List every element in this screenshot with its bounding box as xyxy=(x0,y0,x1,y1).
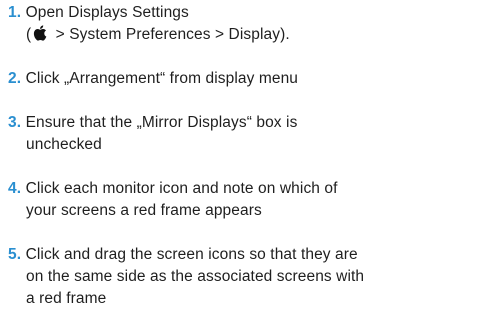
step-number: 1. xyxy=(8,4,22,21)
step-text: Click each monitor icon and note on whic… xyxy=(25,180,338,197)
step-number: 2. xyxy=(8,70,22,87)
step-text-continued: unchecked xyxy=(26,136,102,153)
step-5: 5. Click and drag the screen icons so th… xyxy=(8,244,484,310)
path-text: > System Preferences > Display). xyxy=(51,26,290,43)
step-text-continued: on the same side as the associated scree… xyxy=(26,268,365,285)
settings-path: ( > System Preferences > Display). xyxy=(8,24,484,46)
step-3: 3. Ensure that the „Mirror Displays“ box… xyxy=(8,112,484,156)
step-text: Open Displays Settings xyxy=(25,4,189,21)
step-2-first-line: 2. Click „Arrangement“ from display menu xyxy=(8,68,484,90)
step-number: 4. xyxy=(8,180,22,197)
step-1-first-line: 1. Open Displays Settings xyxy=(8,2,484,24)
step-1: 1. Open Displays Settings ( > System Pre… xyxy=(8,2,484,46)
step-number: 3. xyxy=(8,114,22,131)
apple-logo-icon xyxy=(34,25,47,41)
step-3-first-line: 3. Ensure that the „Mirror Displays“ box… xyxy=(8,112,484,134)
step-text: Ensure that the „Mirror Displays“ box is xyxy=(25,114,298,131)
open-paren: ( xyxy=(26,26,32,43)
step-5-first-line: 5. Click and drag the screen icons so th… xyxy=(8,244,484,266)
instruction-steps: 1. Open Displays Settings ( > System Pre… xyxy=(8,2,484,310)
step-number: 5. xyxy=(8,246,22,263)
step-text: Click and drag the screen icons so that … xyxy=(25,246,358,263)
step-text: Click „Arrangement“ from display menu xyxy=(25,70,299,87)
step-4: 4. Click each monitor icon and note on w… xyxy=(8,178,484,222)
step-2: 2. Click „Arrangement“ from display menu xyxy=(8,68,484,90)
step-text-continued: your screens a red frame appears xyxy=(26,202,262,219)
step-text-continued: a red frame xyxy=(26,290,107,307)
step-4-first-line: 4. Click each monitor icon and note on w… xyxy=(8,178,484,200)
